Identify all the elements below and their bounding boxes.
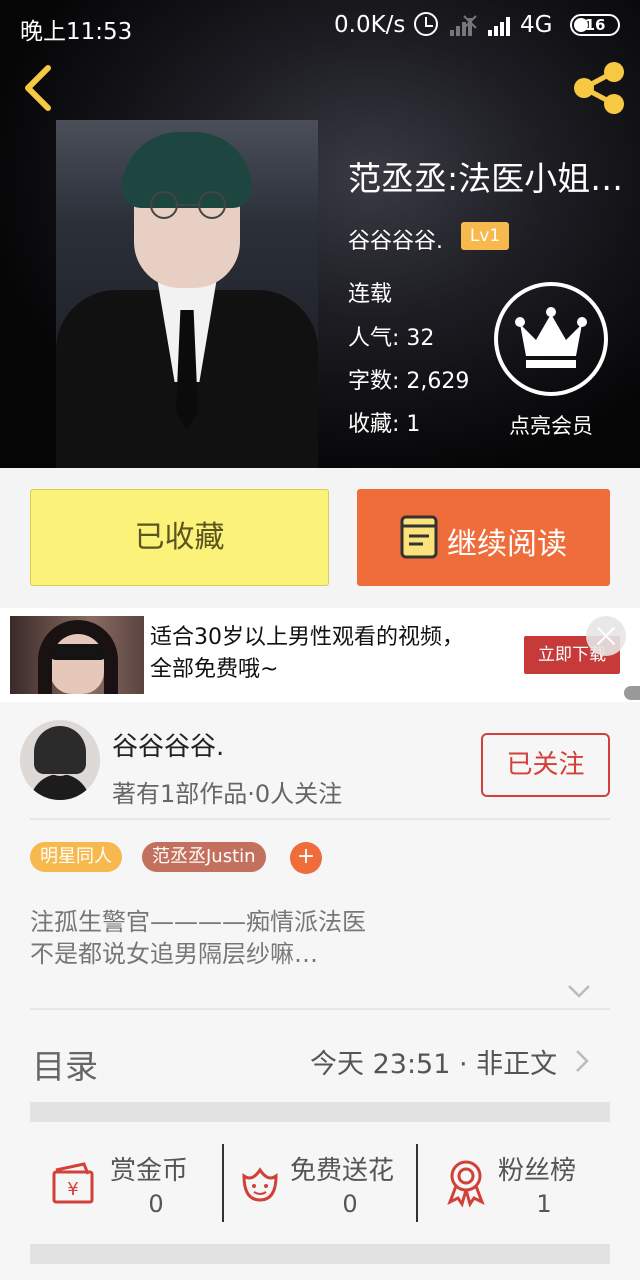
- summary-line1: 注孤生警官————痴情派法医: [30, 908, 366, 936]
- share-icon[interactable]: [570, 60, 628, 116]
- author-name[interactable]: 谷谷谷谷.: [112, 726, 224, 763]
- book-author[interactable]: 谷谷谷谷.: [348, 223, 443, 255]
- ad-banner[interactable]: 适合30岁以上男性观看的视频， 全部免费哦~ 立即下载: [0, 608, 640, 702]
- send-flower-button[interactable]: 免费送花 0: [234, 1142, 414, 1222]
- status-bar: 晚上11:53 0.0K/s 4G 16: [0, 0, 640, 50]
- follow-button[interactable]: 已关注: [481, 733, 610, 797]
- ad-close-icon[interactable]: [586, 616, 626, 656]
- divider: [30, 1008, 610, 1010]
- book-status: 连载: [348, 282, 393, 307]
- level-badge: Lv1: [461, 222, 509, 250]
- award-icon: [447, 1160, 485, 1208]
- book-popularity: 人气: 32: [348, 326, 435, 351]
- book-favorites: 收藏: 1: [348, 412, 421, 437]
- signal-icon: [450, 15, 477, 36]
- chevron-right-icon[interactable]: [574, 1048, 590, 1074]
- continue-reading-button[interactable]: 继续阅读: [357, 489, 610, 586]
- status-network-speed: 0.0K/s: [334, 12, 406, 38]
- ad-text[interactable]: 适合30岁以上男性观看的视频， 全部免费哦~: [150, 622, 464, 686]
- book-header: 晚上11:53 0.0K/s 4G 16 范丞丞:法医小姐… 谷谷谷谷. Lv1…: [0, 0, 640, 468]
- continue-reading-label: 继续阅读: [447, 527, 567, 562]
- stat-separator: [222, 1144, 224, 1222]
- book-cover-image[interactable]: [56, 120, 318, 468]
- status-network-type: 4G: [520, 12, 553, 38]
- ad-image[interactable]: [10, 616, 144, 694]
- book-icon: [400, 515, 438, 559]
- author-section: 谷谷谷谷. 著有1部作品·0人关注 已关注 明星同人 范丞丞Justin + 注…: [0, 702, 640, 1280]
- send-flower-value: 0: [342, 1190, 358, 1218]
- vip-label[interactable]: 点亮会员: [490, 410, 612, 440]
- fan-ranking-value: 1: [536, 1190, 552, 1218]
- chevron-down-icon[interactable]: [566, 982, 592, 1000]
- avatar[interactable]: [20, 720, 100, 800]
- reward-coins-value: 0: [148, 1190, 164, 1218]
- send-flower-label: 免费送花: [290, 1156, 395, 1186]
- coin-envelope-icon: ¥: [52, 1162, 94, 1204]
- fan-ranking-button[interactable]: 粉丝榜 1: [440, 1142, 600, 1222]
- svg-text:¥: ¥: [67, 1179, 78, 1200]
- tag-genre[interactable]: 明星同人: [30, 842, 122, 872]
- reward-coins-button[interactable]: ¥ 赏金币 0: [48, 1142, 208, 1222]
- author-meta: 著有1部作品·0人关注: [112, 780, 343, 808]
- book-word-count: 字数: 2,629: [348, 369, 470, 394]
- fan-ranking-label: 粉丝榜: [498, 1156, 577, 1186]
- signal-strong-icon: [488, 17, 510, 36]
- book-summary[interactable]: 注孤生警官————痴情派法医 不是都说女追男隔层纱嘛…: [30, 906, 366, 970]
- collected-button[interactable]: 已收藏: [30, 489, 329, 586]
- back-icon[interactable]: [18, 62, 58, 114]
- catalog-latest[interactable]: 今天 23:51 · 非正文: [310, 1042, 557, 1081]
- catalog-title[interactable]: 目录: [32, 1040, 98, 1088]
- tag-character[interactable]: 范丞丞Justin: [142, 842, 266, 872]
- vip-button[interactable]: [494, 282, 608, 396]
- stat-separator: [416, 1144, 418, 1222]
- battery-icon: 16: [570, 14, 620, 36]
- divider: [30, 818, 610, 820]
- status-time: 晚上11:53: [20, 19, 133, 45]
- ad-text-line2: 全部免费哦~: [150, 657, 279, 682]
- ad-mark-icon: [624, 686, 640, 700]
- add-tag-button[interactable]: +: [290, 842, 322, 874]
- crown-icon: [515, 307, 587, 368]
- action-bar: 已收藏 继续阅读: [0, 468, 640, 608]
- summary-line2: 不是都说女追男隔层纱嘛…: [30, 940, 318, 968]
- alarm-icon: [414, 12, 438, 36]
- flower-icon: [242, 1167, 278, 1202]
- reward-coins-label: 赏金币: [110, 1156, 189, 1186]
- battery-level: 16: [584, 16, 606, 34]
- ad-text-line1: 适合30岁以上男性观看的视频，: [150, 625, 464, 650]
- section-divider: [30, 1102, 610, 1122]
- section-divider: [30, 1244, 610, 1264]
- book-title: 范丞丞:法医小姐…: [348, 159, 624, 198]
